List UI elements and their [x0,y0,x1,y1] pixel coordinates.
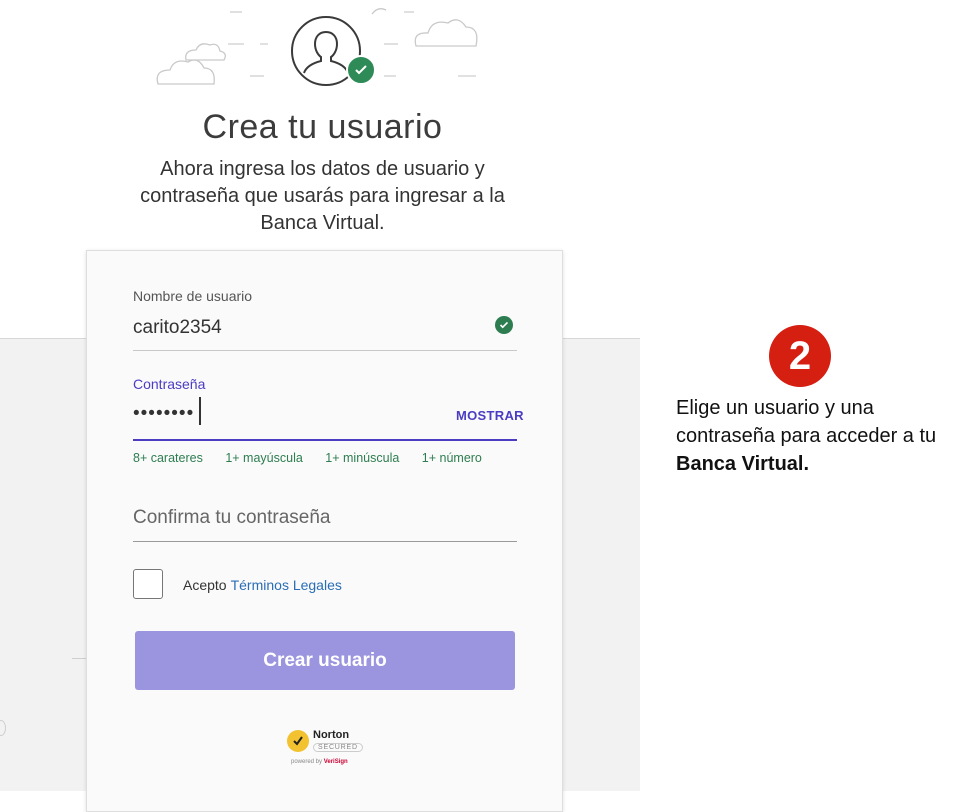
confirm-password-underline [133,541,517,542]
password-requirements: 8+ carateres 1+ mayúscula 1+ minúscula 1… [133,451,501,465]
signup-card: Nombre de usuario carito2354 Contraseña … [86,250,563,812]
password-input[interactable]: •••••••• [133,403,194,425]
verisign-text: VeriSign [323,759,348,765]
norton-name: Norton [313,729,350,741]
text-cursor [199,397,201,425]
confirm-password-input[interactable]: Confirma tu contraseña [133,507,331,529]
show-password-button[interactable]: MOSTRAR [456,408,524,423]
username-input[interactable]: carito2354 [133,317,222,339]
instruction-text: Elige un usuario y una contraseña para a… [676,397,937,447]
norton-secured-seal: Norton SECURED powered by VeriSign [287,727,363,769]
terms-checkbox[interactable] [133,569,163,599]
password-underline [133,439,517,441]
norton-powered-by: powered by VeriSign [291,759,348,765]
password-label: Contraseña [133,376,206,392]
requirement-number: 1+ número [421,451,482,465]
terms-link[interactable]: Términos Legales [231,577,342,593]
terms-prefix: Acepto [183,577,227,593]
username-underline [133,350,517,351]
terms-label: Acepto Términos Legales [183,577,342,593]
step-number-badge: 2 [769,325,831,387]
divider [72,658,86,659]
page-title: Crea tu usuario [202,108,443,146]
step-instruction: Elige un usuario y una contraseña para a… [676,394,976,478]
verified-check-icon [346,55,376,85]
requirement-lowercase: 1+ minúscula [325,451,400,465]
norton-secured-text: SECURED [313,743,363,752]
create-user-button[interactable]: Crear usuario [135,631,515,690]
requirement-length: 8+ carateres [133,451,203,465]
username-label: Nombre de usuario [133,288,253,304]
username-valid-check-icon [495,316,513,334]
instruction-bold-text: Banca Virtual. [676,453,810,475]
powered-by-text: powered by [291,759,323,765]
norton-check-icon [287,730,309,752]
requirement-uppercase: 1+ mayúscula [225,451,303,465]
page-subtitle: Ahora ingresa los datos de usuario y con… [140,158,505,234]
